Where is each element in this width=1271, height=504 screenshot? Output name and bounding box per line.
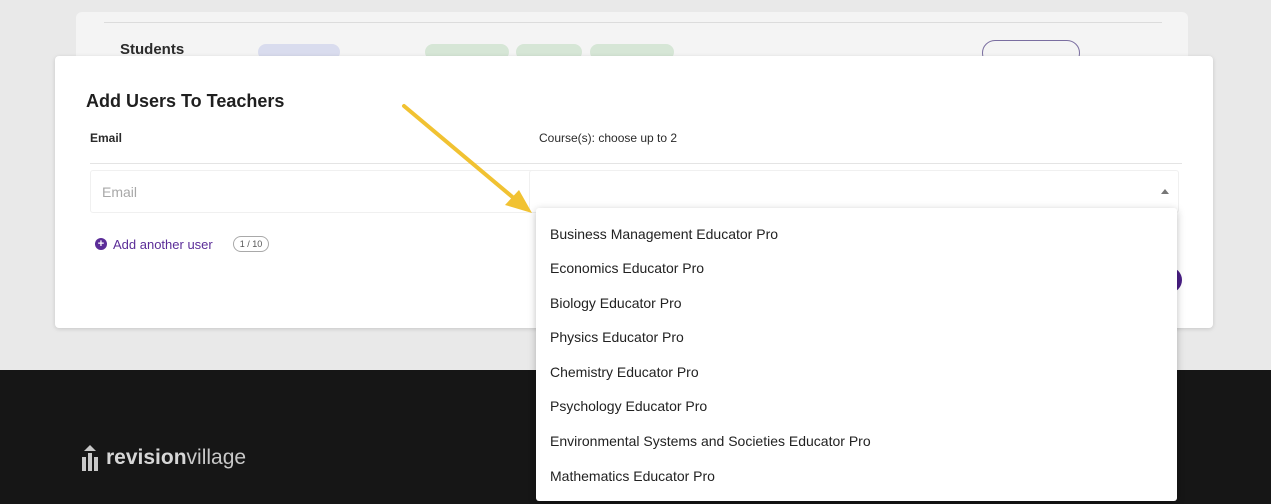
dropdown-option[interactable]: Mathematics Educator Pro [550,468,715,484]
logo-text-bold: revision [106,446,187,469]
dropdown-option[interactable]: Biology Educator Pro [550,295,682,311]
course-select[interactable] [529,170,1179,213]
add-another-user-button[interactable]: + Add another user 1 / 10 [95,236,270,252]
logo-text-light: village [186,446,247,469]
user-count-badge: 1 / 10 [232,236,270,252]
caret-up-icon[interactable] [1161,189,1169,194]
dropdown-option[interactable]: Economics Educator Pro [550,260,704,276]
dropdown-option[interactable]: Physics Educator Pro [550,329,684,345]
email-input[interactable] [90,170,534,213]
logo-icon [80,445,100,471]
course-column-label: Course(s): choose up to 2 [539,131,678,145]
add-user-label: Add another user [113,236,213,252]
dropdown-option[interactable]: Business Management Educator Pro [550,226,778,242]
card-divider [104,22,1162,23]
header-divider [90,163,1182,164]
modal-title: Add Users To Teachers [86,91,285,111]
revisionvillage-logo: revisionvillage [80,445,246,471]
dropdown-option[interactable]: Chemistry Educator Pro [550,364,699,380]
dropdown-option[interactable]: Environmental Systems and Societies Educ… [550,433,871,449]
email-column-label: Email [90,131,123,145]
plus-circle-icon: + [95,238,107,250]
dropdown-option[interactable]: Psychology Educator Pro [550,398,707,414]
course-dropdown-menu: Business Management Educator Pro Economi… [536,208,1177,501]
